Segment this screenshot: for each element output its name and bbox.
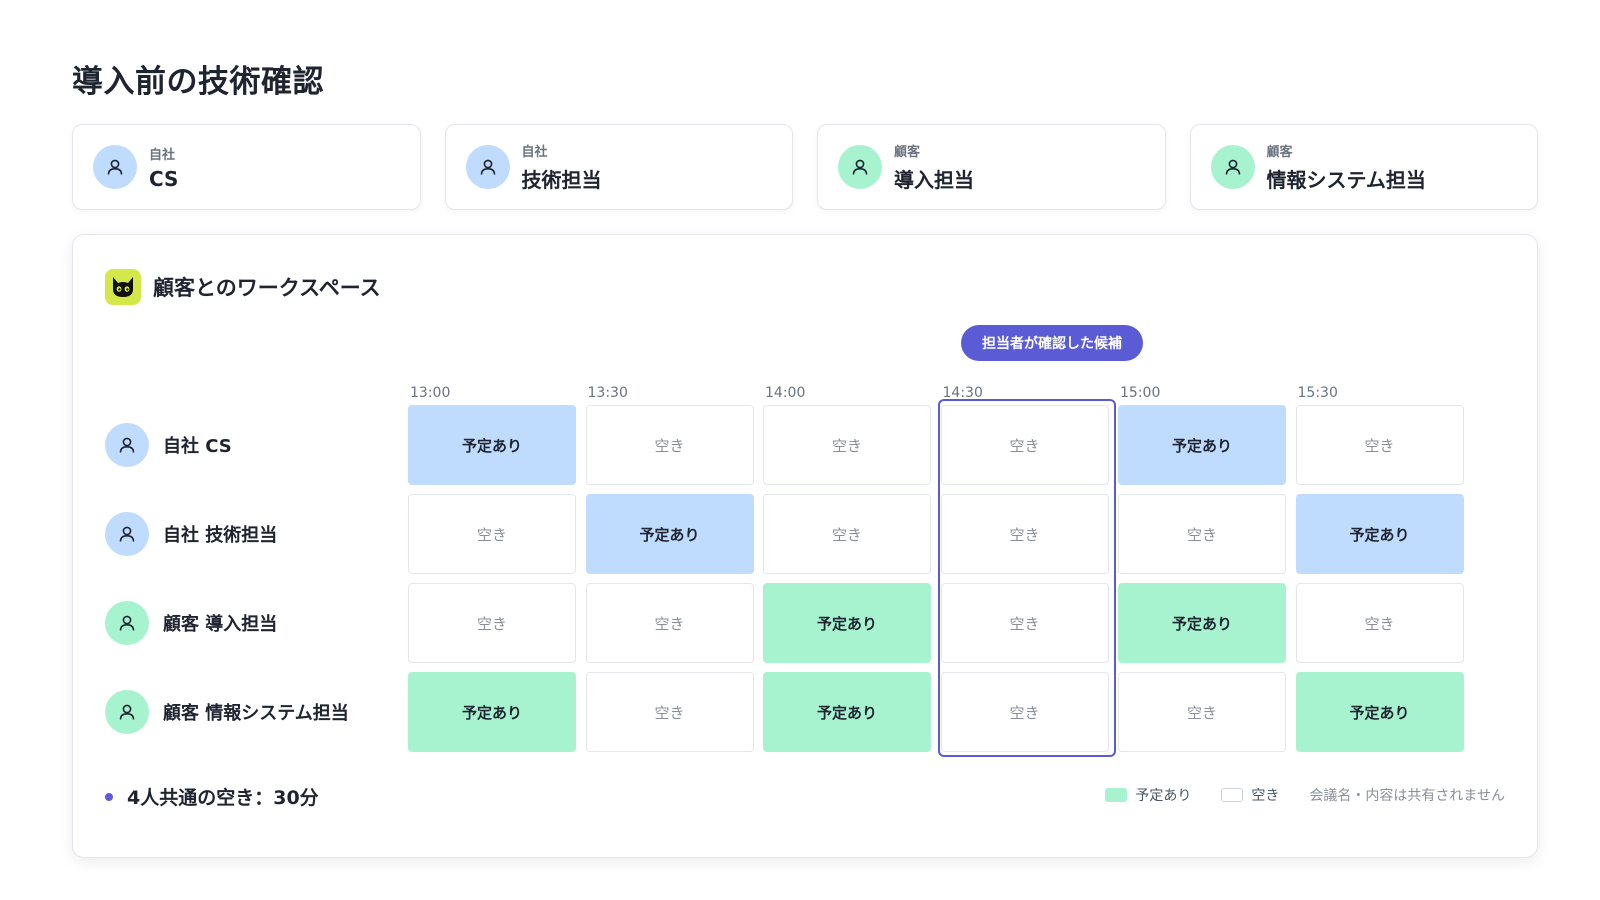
row-label-text: 自社 技術担当 [163, 525, 278, 546]
participant-role: 情報システム担当 [1266, 168, 1426, 192]
busy-slot[interactable]: 予定あり [763, 583, 931, 663]
row-label: 自社 技術担当 [105, 494, 277, 574]
user-icon [465, 145, 510, 189]
candidate-badge: 担当者が確認した候補 [961, 325, 1143, 361]
participant-card: 顧客情報システム担当 [1189, 124, 1538, 210]
cat-icon [105, 269, 141, 305]
free-slot[interactable]: 空き [408, 583, 576, 663]
user-icon [838, 145, 882, 189]
participant-card: 自社 技術担当 [444, 124, 793, 210]
participant-card: 顧客 導入担当 [817, 124, 1166, 210]
free-slot[interactable]: 空き [408, 494, 576, 574]
legend: 予定あり 空き 会議名・内容は共有されません [1105, 785, 1505, 805]
free-slot[interactable]: 空き [940, 583, 1109, 663]
free-slot[interactable]: 空き [763, 494, 931, 574]
row-label: 顧客 導入担当 [105, 583, 277, 663]
user-icon [105, 690, 149, 734]
workspace-header: 顧客とのワークスペース [105, 269, 381, 305]
participant-org: 自社 [521, 145, 548, 160]
participant-org: 顧客 [894, 145, 921, 160]
free-slot[interactable]: 空き [940, 672, 1109, 752]
row-label-text: 自社 CS [163, 436, 232, 457]
participant-org: 自社 [149, 147, 176, 163]
row-label-text: 顧客 導入担当 [163, 614, 278, 635]
free-slot[interactable]: 空き [763, 405, 931, 485]
time-label: 13:00 [410, 385, 451, 401]
common-free-summary: 4人共通の空き：30分 [105, 783, 319, 810]
legend-free-label: 空き [1251, 788, 1280, 804]
row-label: 自社 CS [105, 405, 232, 485]
user-icon [1210, 145, 1255, 189]
free-slot[interactable]: 空き [1118, 672, 1286, 752]
time-label: 15:00 [1120, 385, 1161, 401]
page-title: 導入前の技術確認 [72, 64, 324, 100]
free-slot[interactable]: 空き [940, 494, 1109, 574]
free-slot[interactable]: 空き [1295, 405, 1464, 485]
participant-role: CS [149, 166, 179, 191]
time-label: 14:30 [942, 385, 983, 401]
time-label: 13:30 [587, 385, 628, 401]
row-label: 顧客 情報システム担当 [105, 672, 349, 752]
workspace-panel: 顧客とのワークスペース 担当者が確認した候補 13:00 13:30 14:00 14… [72, 234, 1538, 858]
participant-card: 自社 CS [72, 124, 421, 210]
user-icon [93, 145, 137, 189]
legend-busy-label: 予定あり [1135, 788, 1192, 804]
busy-slot[interactable]: 予定あり [1295, 494, 1464, 574]
user-icon [105, 512, 149, 556]
busy-slot[interactable]: 予定あり [1118, 583, 1286, 663]
busy-slot[interactable]: 予定あり [408, 672, 576, 752]
busy-slot[interactable]: 予定あり [1295, 672, 1464, 752]
user-icon [105, 601, 149, 645]
common-free-text: 4人共通の空き：30分 [127, 787, 319, 809]
time-label: 15:30 [1297, 385, 1338, 401]
privacy-note: 会議名・内容は共有されません [1309, 788, 1505, 804]
legend-free: 空き [1221, 785, 1279, 805]
free-slot[interactable]: 空き [585, 672, 754, 752]
legend-busy-swatch [1105, 788, 1128, 802]
busy-slot[interactable]: 予定あり [408, 405, 576, 485]
user-icon [105, 423, 149, 467]
free-slot[interactable]: 空き [1118, 494, 1286, 574]
free-slot[interactable]: 空き [1295, 583, 1464, 663]
workspace-title: 顧客とのワークスペース [153, 276, 381, 300]
participant-org: 顧客 [1266, 145, 1293, 160]
free-slot[interactable]: 空き [585, 583, 754, 663]
busy-slot[interactable]: 予定あり [585, 494, 754, 574]
participant-role: 導入担当 [894, 168, 974, 192]
free-slot[interactable]: 空き [585, 405, 754, 485]
free-slot[interactable]: 空き [940, 405, 1109, 485]
bullet-dot [105, 792, 113, 801]
busy-slot[interactable]: 予定あり [1118, 405, 1286, 485]
row-label-text: 顧客 情報システム担当 [163, 703, 349, 724]
legend-free-swatch [1221, 788, 1244, 802]
legend-busy: 予定あり [1105, 785, 1191, 805]
participant-cards: 自社 CS 自社 技術担当 顧客 導入担当 顧客 情報システム担当 [72, 124, 1538, 210]
time-label: 14:00 [765, 385, 806, 401]
participant-role: 技術担当 [521, 168, 602, 192]
busy-slot[interactable]: 予定あり [763, 672, 931, 752]
